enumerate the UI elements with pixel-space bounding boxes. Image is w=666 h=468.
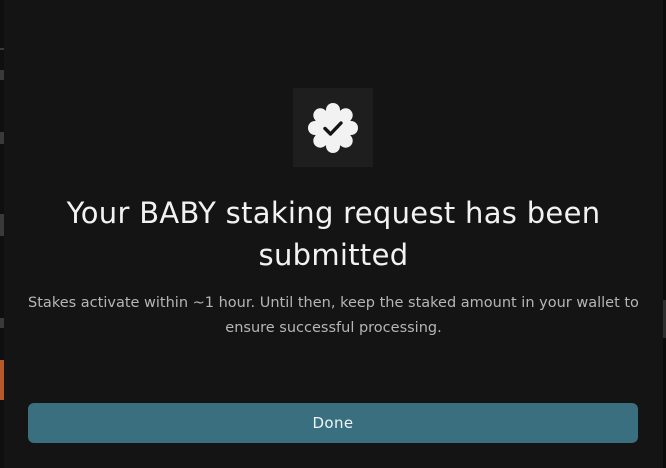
modal-description: Stakes activate within ~1 hour. Until th… (28, 295, 639, 336)
badge-check-icon (308, 102, 358, 153)
success-icon-container (293, 88, 373, 167)
success-modal: Your BABY staking request has been submi… (4, 0, 663, 468)
done-button[interactable]: Done (28, 403, 638, 443)
modal-title: Your BABY staking request has been submi… (66, 196, 601, 272)
